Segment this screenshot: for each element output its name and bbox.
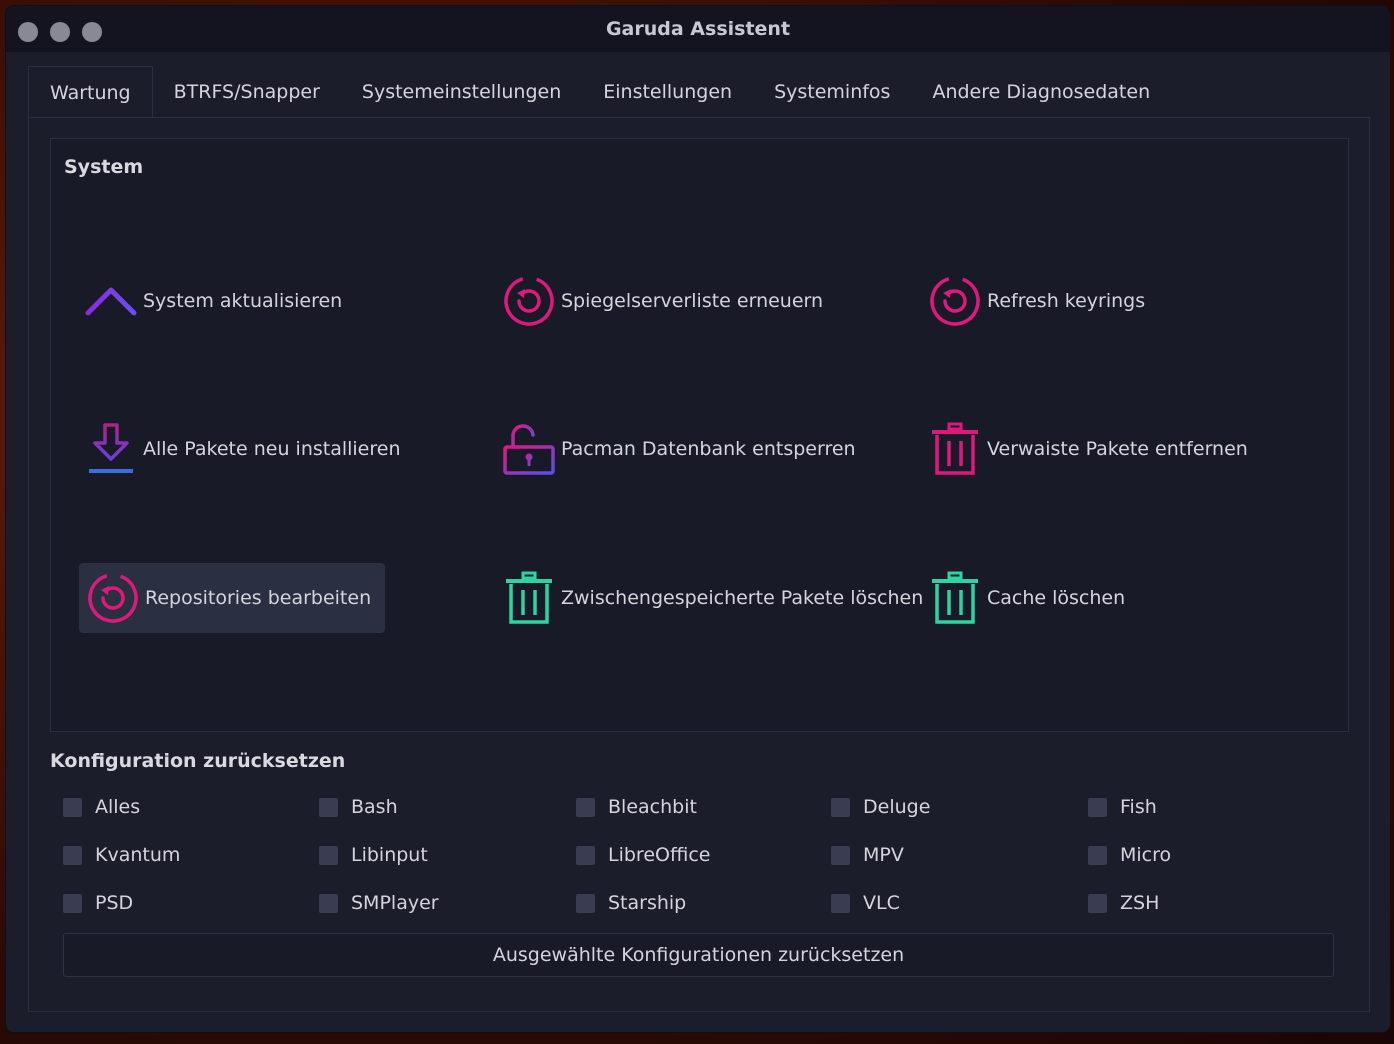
reset-config-title: Konfiguration zurücksetzen bbox=[50, 750, 346, 772]
checkbox-label: MPV bbox=[863, 844, 904, 866]
trash-icon bbox=[501, 570, 557, 626]
system-update-button[interactable]: System aktualisieren bbox=[83, 266, 342, 336]
action-label: Pacman Datenbank entsperren bbox=[561, 438, 856, 460]
refresh-keyrings-button[interactable]: Refresh keyrings bbox=[927, 266, 1145, 336]
checkbox-starship[interactable]: Starship bbox=[576, 892, 686, 914]
tab-andere-diagnosedaten[interactable]: Andere Diagnosedaten bbox=[911, 66, 1171, 118]
maximize-window-button[interactable] bbox=[82, 22, 102, 42]
checkbox-box[interactable] bbox=[63, 797, 82, 817]
download-icon bbox=[83, 421, 139, 477]
checkbox-box[interactable] bbox=[576, 845, 595, 865]
checkbox-box[interactable] bbox=[63, 893, 82, 913]
checkbox-label: VLC bbox=[863, 892, 900, 914]
checkbox-label: Micro bbox=[1120, 844, 1172, 866]
checkbox-label: Kvantum bbox=[95, 844, 181, 866]
checkbox-micro[interactable]: Micro bbox=[1088, 844, 1171, 866]
checkbox-label: Deluge bbox=[863, 796, 931, 818]
checkbox-label: Bleachbit bbox=[608, 796, 697, 818]
checkbox-box[interactable] bbox=[319, 797, 338, 817]
checkbox-vlc[interactable]: VLC bbox=[831, 892, 900, 914]
tab-einstellungen[interactable]: Einstellungen bbox=[582, 66, 753, 118]
checkbox-box[interactable] bbox=[831, 845, 850, 865]
checkbox-box[interactable] bbox=[576, 893, 595, 913]
mirrorlist-refresh-button[interactable]: Spiegelserverliste erneuern bbox=[501, 266, 823, 336]
unlock-icon bbox=[501, 421, 557, 477]
checkbox-libreoffice[interactable]: LibreOffice bbox=[576, 844, 710, 866]
reset-selected-configs-button[interactable]: Ausgewählte Konfigurationen zurücksetzen bbox=[63, 933, 1334, 977]
checkbox-label: Libinput bbox=[351, 844, 428, 866]
checkbox-bleachbit[interactable]: Bleachbit bbox=[576, 796, 697, 818]
action-label: Zwischengespeicherte Pakete löschen bbox=[561, 587, 924, 609]
tab-systeminfos[interactable]: Systeminfos bbox=[753, 66, 911, 118]
close-window-button[interactable] bbox=[18, 22, 38, 42]
remove-orphans-button[interactable]: Verwaiste Pakete entfernen bbox=[927, 414, 1248, 484]
action-label: Refresh keyrings bbox=[987, 290, 1146, 312]
checkbox-label: LibreOffice bbox=[608, 844, 711, 866]
checkbox-label: ZSH bbox=[1120, 892, 1160, 914]
checkbox-label: SMPlayer bbox=[351, 892, 439, 914]
window-title: Garuda Assistent bbox=[605, 18, 791, 40]
tab-wartung[interactable]: Wartung bbox=[28, 66, 153, 119]
edit-repositories-button[interactable]: Repositories bearbeiten bbox=[79, 563, 386, 633]
unlock-pacman-db-button[interactable]: Pacman Datenbank entsperren bbox=[501, 414, 856, 484]
action-label: System aktualisieren bbox=[143, 290, 343, 312]
checkbox-smplayer[interactable]: SMPlayer bbox=[319, 892, 439, 914]
checkbox-box[interactable] bbox=[319, 845, 338, 865]
action-label: Cache löschen bbox=[987, 587, 1126, 609]
checkbox-label: Bash bbox=[351, 796, 398, 818]
tab-btrfs-snapper[interactable]: BTRFS/Snapper bbox=[153, 66, 341, 118]
checkbox-libinput[interactable]: Libinput bbox=[319, 844, 428, 866]
checkbox-label: Starship bbox=[608, 892, 687, 914]
checkbox-fish[interactable]: Fish bbox=[1088, 796, 1157, 818]
tab-pane-wartung: System System aktualisieren Spiegelserve… bbox=[28, 117, 1370, 1012]
checkbox-box[interactable] bbox=[831, 893, 850, 913]
checkbox-mpv[interactable]: MPV bbox=[831, 844, 904, 866]
checkbox-bash[interactable]: Bash bbox=[319, 796, 398, 818]
minimize-window-button[interactable] bbox=[50, 22, 70, 42]
trash-icon bbox=[927, 570, 983, 626]
clear-cached-packages-button[interactable]: Zwischengespeicherte Pakete löschen bbox=[501, 563, 923, 633]
window-controls bbox=[18, 22, 102, 42]
checkbox-label: PSD bbox=[95, 892, 134, 914]
checkbox-kvantum[interactable]: Kvantum bbox=[63, 844, 180, 866]
checkbox-label: Fish bbox=[1120, 796, 1157, 818]
checkbox-box[interactable] bbox=[63, 845, 82, 865]
checkbox-box[interactable] bbox=[319, 893, 338, 913]
reinstall-packages-button[interactable]: Alle Pakete neu installieren bbox=[83, 414, 401, 484]
checkbox-psd[interactable]: PSD bbox=[63, 892, 133, 914]
checkbox-deluge[interactable]: Deluge bbox=[831, 796, 930, 818]
action-label: Alle Pakete neu installieren bbox=[143, 438, 401, 460]
checkbox-box[interactable] bbox=[1088, 797, 1107, 817]
tab-systemeinstellungen[interactable]: Systemeinstellungen bbox=[341, 66, 582, 118]
trash-icon bbox=[927, 421, 983, 477]
system-group-title: System bbox=[64, 156, 144, 178]
checkbox-box[interactable] bbox=[831, 797, 850, 817]
checkbox-zsh[interactable]: ZSH bbox=[1088, 892, 1159, 914]
tab-bar: Wartung BTRFS/Snapper Systemeinstellunge… bbox=[28, 66, 1171, 119]
system-group: System System aktualisieren Spiegelserve… bbox=[50, 138, 1349, 732]
action-label: Verwaiste Pakete entfernen bbox=[987, 438, 1248, 460]
action-label: Spiegelserverliste erneuern bbox=[561, 290, 824, 312]
clear-cache-button[interactable]: Cache löschen bbox=[927, 563, 1125, 633]
refresh-icon bbox=[85, 570, 141, 626]
checkbox-box[interactable] bbox=[576, 797, 595, 817]
checkbox-box[interactable] bbox=[1088, 893, 1107, 913]
chevron-up-icon bbox=[83, 273, 139, 329]
checkbox-alles[interactable]: Alles bbox=[63, 796, 140, 818]
refresh-icon bbox=[501, 273, 557, 329]
refresh-icon bbox=[927, 273, 983, 329]
checkbox-label: Alles bbox=[95, 796, 141, 818]
app-window: Garuda Assistent Wartung BTRFS/Snapper S… bbox=[6, 6, 1390, 1032]
title-bar: Garuda Assistent bbox=[6, 6, 1390, 52]
action-label: Repositories bearbeiten bbox=[145, 587, 372, 609]
checkbox-box[interactable] bbox=[1088, 845, 1107, 865]
